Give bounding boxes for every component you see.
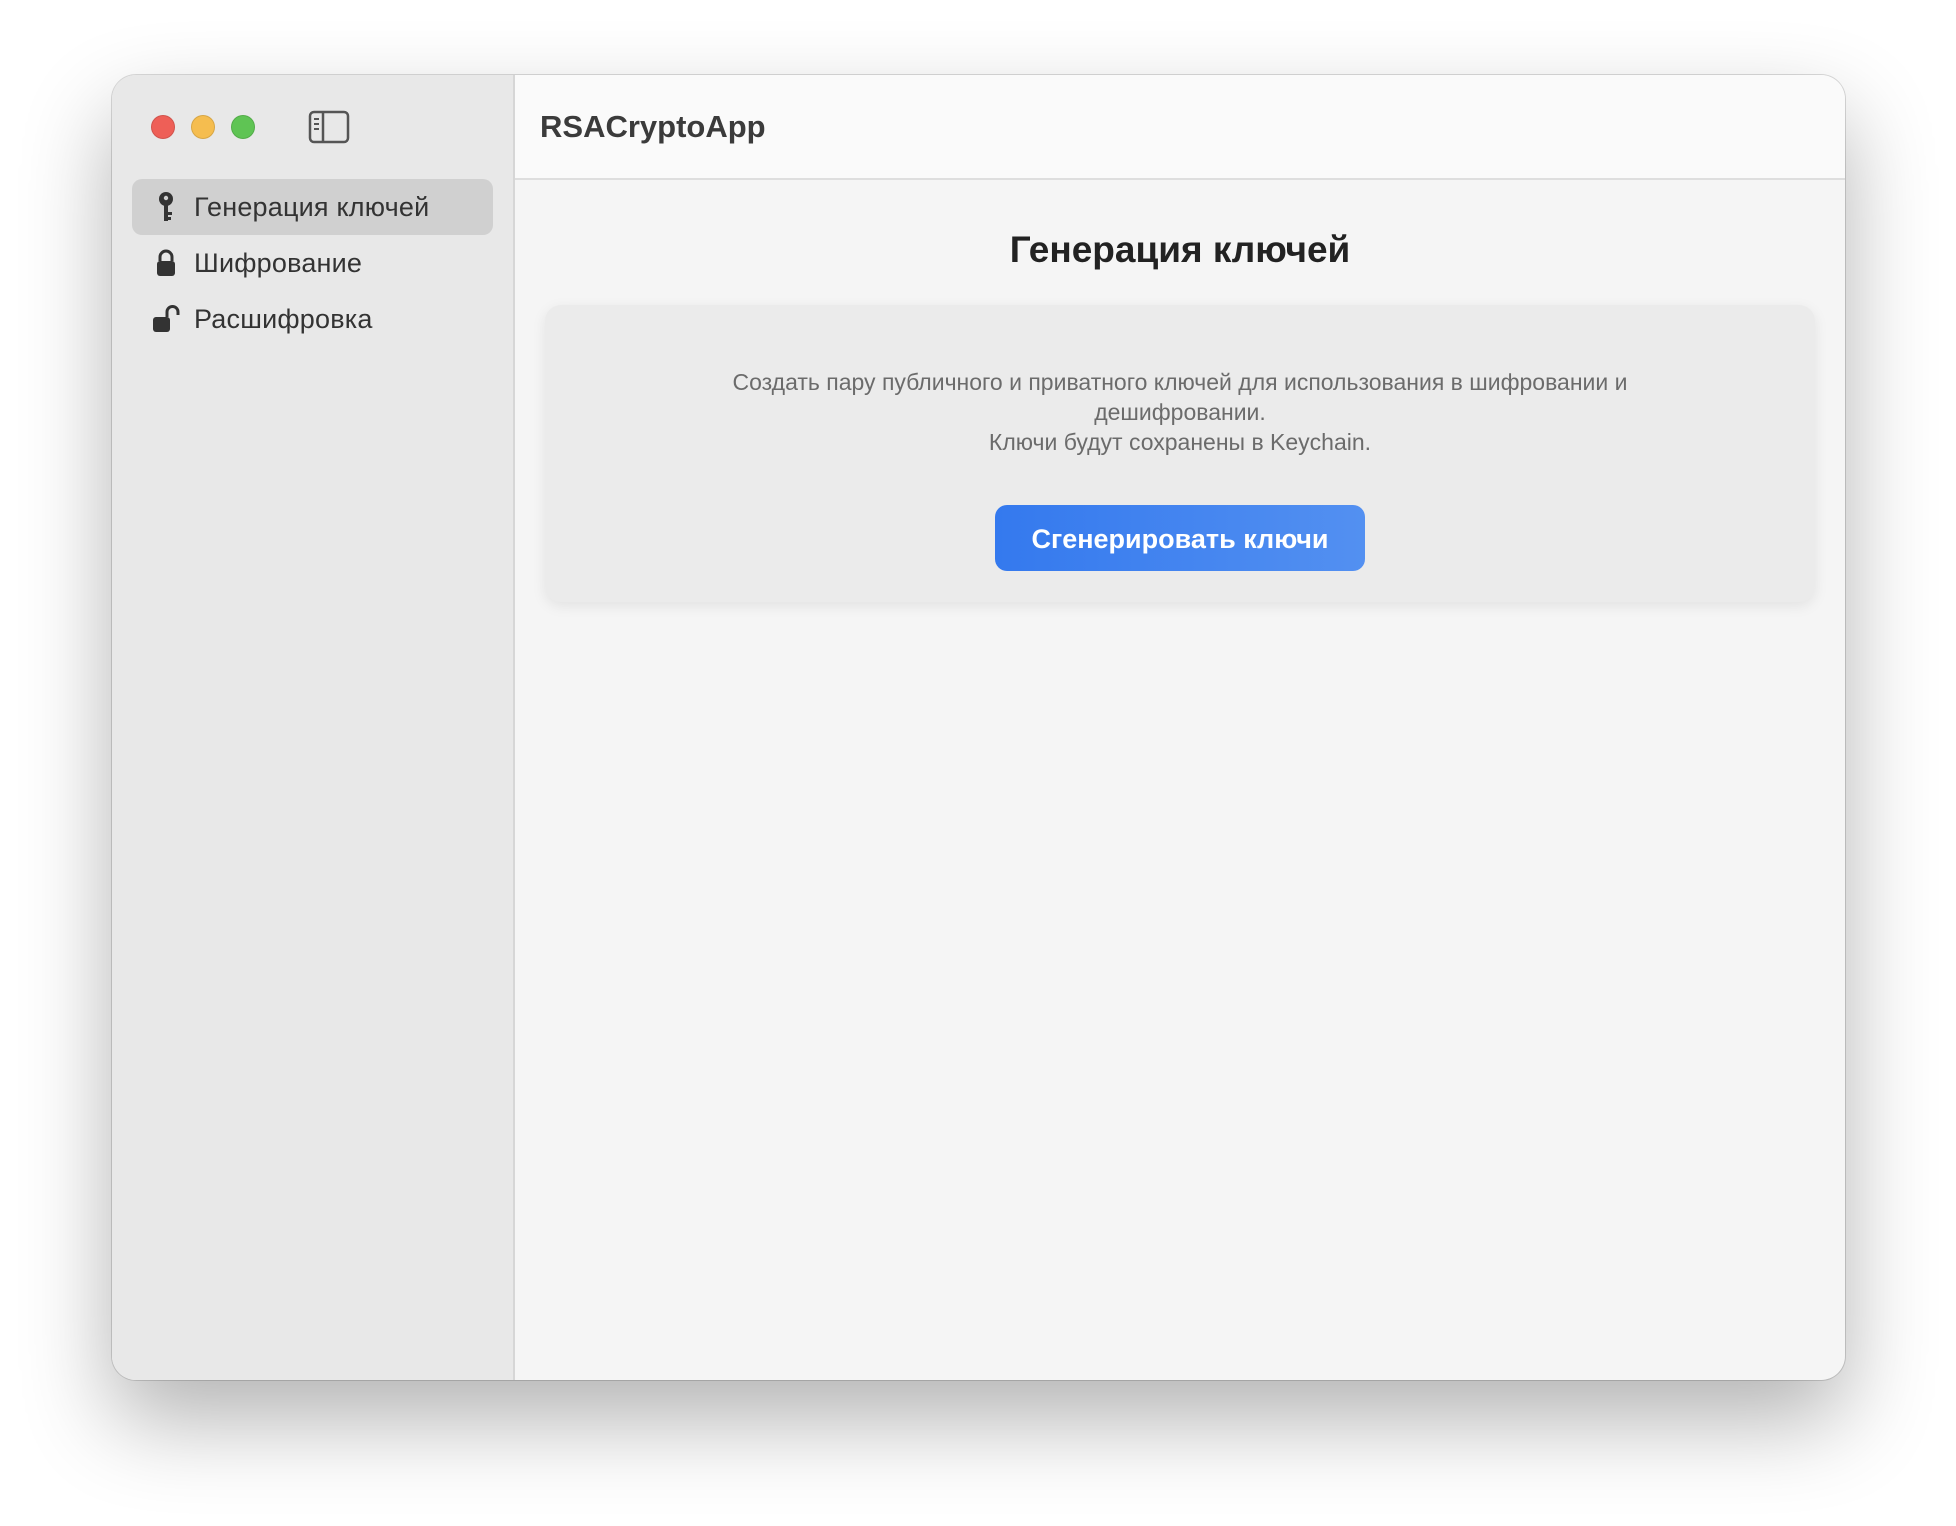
app-window: Генерация ключей Шифрование Расшифровка … (112, 75, 1845, 1380)
key-generation-card: Создать пару публичного и приватного клю… (545, 305, 1815, 602)
generate-keys-button[interactable]: Сгенерировать ключи (995, 505, 1365, 571)
description-line: Создать пару публичного и приватного клю… (732, 369, 1628, 425)
sidebar: Генерация ключей Шифрование Расшифровка (112, 75, 515, 1380)
minimize-window-button[interactable] (191, 115, 215, 139)
sidebar-item-decryption[interactable]: Расшифровка (132, 291, 493, 347)
sidebar-item-label: Шифрование (194, 247, 363, 278)
sidebar-item-label: Расшифровка (194, 303, 373, 334)
close-window-button[interactable] (151, 115, 175, 139)
toolbar: RSACryptoApp (515, 75, 1845, 180)
lock-icon (152, 247, 180, 279)
maximize-window-button[interactable] (231, 115, 255, 139)
sidebar-nav: Генерация ключей Шифрование Расшифровка (132, 179, 493, 347)
sidebar-item-key-generation[interactable]: Генерация ключей (132, 179, 493, 235)
page-title: Генерация ключей (1009, 229, 1351, 270)
card-description: Создать пару публичного и приватного клю… (665, 305, 1695, 457)
key-icon (152, 191, 180, 223)
sidebar-toggle-icon[interactable] (308, 110, 350, 144)
sidebar-item-label: Генерация ключей (194, 191, 430, 222)
window-controls (151, 115, 255, 139)
content-area: Генерация ключей Создать пару публичного… (515, 180, 1845, 602)
description-line: Ключи будут сохранены в Keychain. (988, 429, 1372, 455)
sidebar-item-encryption[interactable]: Шифрование (132, 235, 493, 291)
main-pane: RSACryptoApp Генерация ключей Создать па… (515, 75, 1845, 1380)
unlock-icon (152, 303, 180, 335)
app-title: RSACryptoApp (540, 108, 766, 144)
